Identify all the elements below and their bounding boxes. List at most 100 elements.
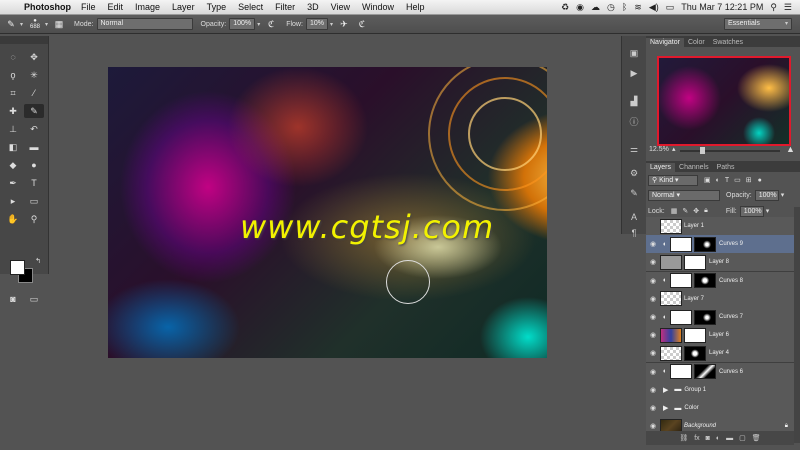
menu-help[interactable]: Help: [406, 2, 425, 12]
layer-opacity-dropdown-icon[interactable]: ▾: [781, 191, 785, 199]
visibility-eye-icon[interactable]: ◉: [646, 368, 660, 376]
layer-thumbnail[interactable]: [660, 345, 682, 361]
eyedropper-tool-icon[interactable]: ⁄: [24, 86, 44, 100]
crop-tool-icon[interactable]: ⌗: [3, 86, 23, 100]
lock-position-icon[interactable]: ✥: [693, 207, 699, 215]
healing-brush-tool-icon[interactable]: ✚: [3, 104, 23, 118]
visibility-eye-icon[interactable]: ◉: [646, 404, 660, 412]
visibility-eye-icon[interactable]: ◉: [646, 258, 660, 266]
recycle-icon[interactable]: ♻: [561, 2, 569, 13]
volume-icon[interactable]: ◀): [649, 2, 659, 13]
tab-navigator[interactable]: Navigator: [646, 38, 684, 47]
tab-channels[interactable]: Channels: [675, 163, 713, 172]
visibility-eye-icon[interactable]: ◉: [646, 295, 660, 303]
layer-row[interactable]: Layer 1: [646, 217, 794, 236]
layer-mask-thumbnail[interactable]: [694, 309, 716, 325]
magic-wand-tool-icon[interactable]: ✳: [24, 68, 44, 82]
visibility-eye-icon[interactable]: ◉: [646, 277, 660, 285]
delete-layer-icon[interactable]: 🗑︎: [752, 434, 761, 442]
zoom-in-icon[interactable]: ▲: [786, 144, 795, 154]
history-panel-icon[interactable]: ▣: [626, 46, 642, 60]
filter-type-icon[interactable]: T: [725, 177, 729, 184]
pressure-opacity-icon[interactable]: ℭ: [264, 17, 278, 31]
layer-mask-thumbnail[interactable]: [694, 273, 716, 289]
tab-color[interactable]: Color: [684, 38, 709, 47]
tab-layers[interactable]: Layers: [646, 163, 676, 172]
hand-tool-icon[interactable]: ✋: [3, 212, 23, 226]
group-expand-icon[interactable]: ▶: [663, 386, 668, 394]
layer-mask-thumbnail[interactable]: [684, 345, 706, 361]
zoom-tool-icon[interactable]: ⚲: [24, 212, 44, 226]
mode-select[interactable]: Normal: [96, 18, 193, 30]
history-brush-tool-icon[interactable]: ↶: [24, 122, 44, 136]
navigator-thumbnail[interactable]: [657, 56, 791, 146]
paragraph-panel-icon[interactable]: ¶: [626, 226, 642, 240]
rectangle-tool-icon[interactable]: ▭: [24, 194, 44, 208]
gradient-tool-icon[interactable]: ▬: [24, 140, 44, 154]
layer-thumbnail[interactable]: [660, 291, 682, 307]
filter-kind-select[interactable]: ⚲ Kind ▾: [648, 174, 698, 186]
layer-thumbnail[interactable]: [660, 218, 682, 234]
blend-mode-select[interactable]: Normal ▾: [648, 189, 720, 201]
lock-all-icon[interactable]: 🔒︎: [704, 207, 708, 215]
app-menu[interactable]: Photoshop: [24, 2, 71, 12]
layer-opacity-input[interactable]: 100%: [754, 189, 779, 201]
marquee-tool-icon[interactable]: ◌: [3, 50, 23, 64]
new-adjustment-icon[interactable]: ◐: [716, 435, 720, 442]
filter-smart-object-icon[interactable]: ⊞: [746, 176, 752, 184]
layer-row[interactable]: ◉ Layer 8: [646, 253, 794, 273]
flow-dropdown-icon[interactable]: ▾: [330, 21, 333, 28]
sync-icon[interactable]: ◉: [576, 2, 584, 13]
adjustment-thumbnail[interactable]: [670, 309, 692, 325]
opacity-input[interactable]: 100%: [229, 18, 256, 30]
zoom-slider[interactable]: [680, 147, 780, 154]
layer-row[interactable]: ◉ Layer 7: [646, 289, 794, 309]
menu-edit[interactable]: Edit: [108, 2, 124, 12]
add-mask-icon[interactable]: ◙: [706, 435, 710, 442]
dodge-tool-icon[interactable]: ●: [24, 158, 44, 172]
brush-picker-dropdown-icon[interactable]: ▾: [45, 21, 48, 28]
brush-tool-preset-icon[interactable]: ✎: [4, 17, 18, 31]
brush-panel-toggle-icon[interactable]: ▦: [52, 17, 66, 31]
visibility-eye-icon[interactable]: ◉: [646, 422, 660, 430]
layer-thumbnail[interactable]: [660, 254, 682, 270]
time-machine-icon[interactable]: ◷: [607, 2, 615, 13]
fill-input[interactable]: 100%: [739, 205, 764, 217]
zoom-value[interactable]: 12.5%: [649, 146, 669, 153]
blur-tool-icon[interactable]: ◆: [3, 158, 23, 172]
layer-row[interactable]: ◉ Layer 4: [646, 344, 794, 364]
filter-adjustment-icon[interactable]: ◐: [716, 177, 720, 184]
histogram-panel-icon[interactable]: ▟: [626, 94, 642, 108]
new-group-icon[interactable]: ▬: [726, 435, 733, 442]
brush-size-picker[interactable]: ● 688: [27, 17, 43, 31]
type-tool-icon[interactable]: T: [24, 176, 44, 190]
layer-mask-thumbnail[interactable]: [694, 236, 716, 252]
layer-row[interactable]: ◉ Layer 6: [646, 326, 794, 346]
notification-center-icon[interactable]: ☰: [784, 2, 792, 13]
adjustment-thumbnail[interactable]: [670, 364, 692, 380]
link-layers-icon[interactable]: ⛓: [679, 434, 688, 442]
layer-mask-thumbnail[interactable]: [694, 364, 716, 380]
cloud-icon[interactable]: ☁: [591, 2, 600, 13]
visibility-eye-icon[interactable]: ◉: [646, 386, 660, 394]
lock-transparent-icon[interactable]: ▦: [671, 207, 678, 215]
filter-toggle-icon[interactable]: ●: [758, 177, 762, 184]
layer-row[interactable]: ◉ ◐ Curves 6: [646, 362, 794, 382]
wifi-icon[interactable]: ≋: [634, 2, 642, 13]
character-panel-icon[interactable]: A: [626, 210, 642, 224]
tools-panel-header[interactable]: [0, 36, 48, 44]
visibility-eye-icon[interactable]: ◉: [646, 313, 660, 321]
clock[interactable]: Thu Mar 7 12:21 PM: [681, 2, 763, 12]
swap-colors-icon[interactable]: ↰: [32, 256, 44, 266]
layer-mask-thumbnail[interactable]: [684, 254, 706, 270]
bluetooth-icon[interactable]: ᛒ: [622, 2, 627, 12]
battery-icon[interactable]: ▭: [666, 2, 675, 13]
clone-stamp-tool-icon[interactable]: ⊥: [3, 122, 23, 136]
airbrush-icon[interactable]: ✈: [337, 17, 351, 31]
filter-shape-icon[interactable]: ▭: [734, 176, 741, 184]
eraser-tool-icon[interactable]: ◧: [3, 140, 23, 154]
menu-select[interactable]: Select: [238, 2, 263, 12]
menu-image[interactable]: Image: [135, 2, 160, 12]
flow-input[interactable]: 10%: [305, 18, 328, 30]
layer-thumbnail[interactable]: [660, 327, 682, 343]
